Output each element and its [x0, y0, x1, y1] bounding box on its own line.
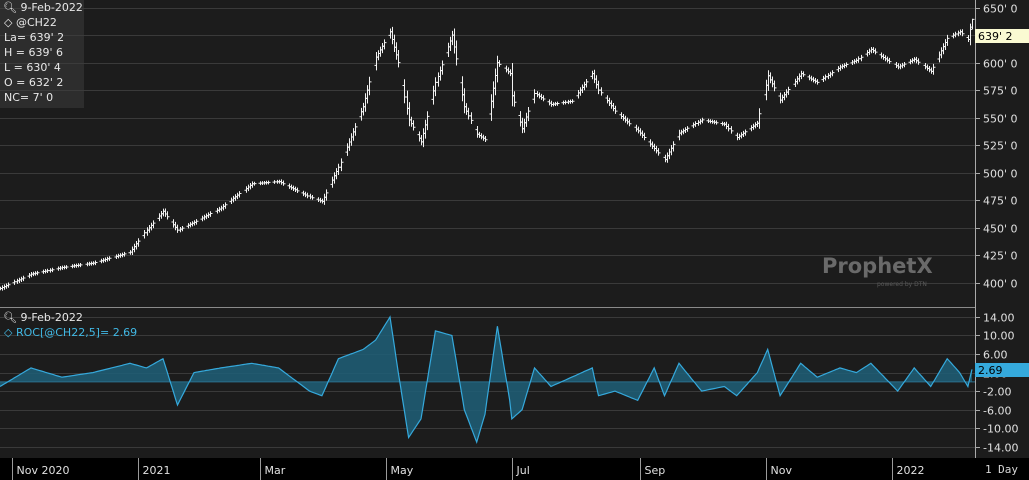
roc-tick-label: 6.00 — [983, 349, 1008, 362]
magnifier-icon[interactable]: 🔍︎ — [3, 1, 17, 14]
roc-date-row: 🔍︎ 9-Feb-2022 — [3, 310, 83, 325]
roc-tick-label: -2.00 — [983, 386, 1011, 399]
low-label: L = 630' 4 — [4, 61, 61, 74]
roc-date: 9-Feb-2022 — [20, 311, 83, 324]
chart-canvas[interactable]: ProphetX powered by DTN 400' 0 425' 0 450'… — [0, 0, 1029, 480]
price-tick-label: 600' 0 — [983, 58, 1018, 71]
last-price-tag: 639' 2 — [975, 29, 1029, 43]
roc-tick-label: -14.00 — [983, 442, 1018, 455]
date-tick-label: 2021 — [143, 464, 171, 477]
roc-study-row: ◇ ROC[@CH22,5]= 2.69 — [4, 325, 137, 340]
price-tick-label: 550' 0 — [983, 113, 1018, 126]
watermark-main-text: ProphetX — [822, 254, 933, 278]
high-label: H = 639' 6 — [4, 46, 63, 59]
price-tick-label: 400' 0 — [983, 278, 1018, 291]
roc-magnifier-icon[interactable]: 🔍︎ — [3, 311, 17, 324]
diamond-icon: ◇ — [4, 16, 13, 29]
roc-tick-label: 10.00 — [983, 330, 1015, 343]
price-date-row: 🔍︎ 9-Feb-2022 — [3, 0, 83, 15]
price-tick-label: 475' 0 — [983, 195, 1018, 208]
open-label: O = 632' 2 — [4, 76, 64, 89]
symbol-row: ◇ @CH22 — [4, 15, 57, 30]
price-tick-label: 525' 0 — [983, 140, 1018, 153]
date-tick-label: May — [391, 464, 414, 477]
roc-diamond-icon: ◇ — [4, 326, 13, 339]
watermark-sub-text: powered by DTN — [877, 281, 927, 288]
price-tick-label: 425' 0 — [983, 250, 1018, 263]
chart-window: ProphetX powered by DTN 400' 0 425' 0 450'… — [0, 0, 1029, 480]
date-tick-label: Nov — [771, 464, 793, 477]
price-tick-label: 500' 0 — [983, 168, 1018, 181]
last-label: La= 639' 2 — [4, 31, 65, 44]
symbol-label: @CH22 — [15, 16, 57, 29]
roc-tick-label: -6.00 — [983, 405, 1011, 418]
roc-tick-label: 14.00 — [983, 312, 1015, 325]
price-tick-label: 650' 0 — [983, 3, 1018, 16]
roc-tick-label: -10.00 — [983, 423, 1018, 436]
date-tick-label: Jul — [516, 464, 530, 477]
date-tick-label: Sep — [645, 464, 666, 477]
date-tick-label: Nov 2020 — [17, 464, 70, 477]
price-tick-label: 450' 0 — [983, 223, 1018, 236]
date-tick-label: Mar — [265, 464, 286, 477]
price-tick-label: 575' 0 — [983, 85, 1018, 98]
roc-study-label: ROC[@CH22,5]= 2.69 — [15, 326, 138, 339]
last-price-tag-text: 639' 2 — [978, 30, 1013, 43]
net-change-label: NC= 7' 0 — [4, 91, 54, 104]
timeframe-selector[interactable]: 1 Day — [974, 460, 1029, 480]
date-tick-label: 2022 — [897, 464, 925, 477]
roc-value-tag: 2.69 — [975, 363, 1029, 377]
roc-value-tag-text: 2.69 — [978, 364, 1003, 377]
price-date: 9-Feb-2022 — [20, 1, 83, 14]
